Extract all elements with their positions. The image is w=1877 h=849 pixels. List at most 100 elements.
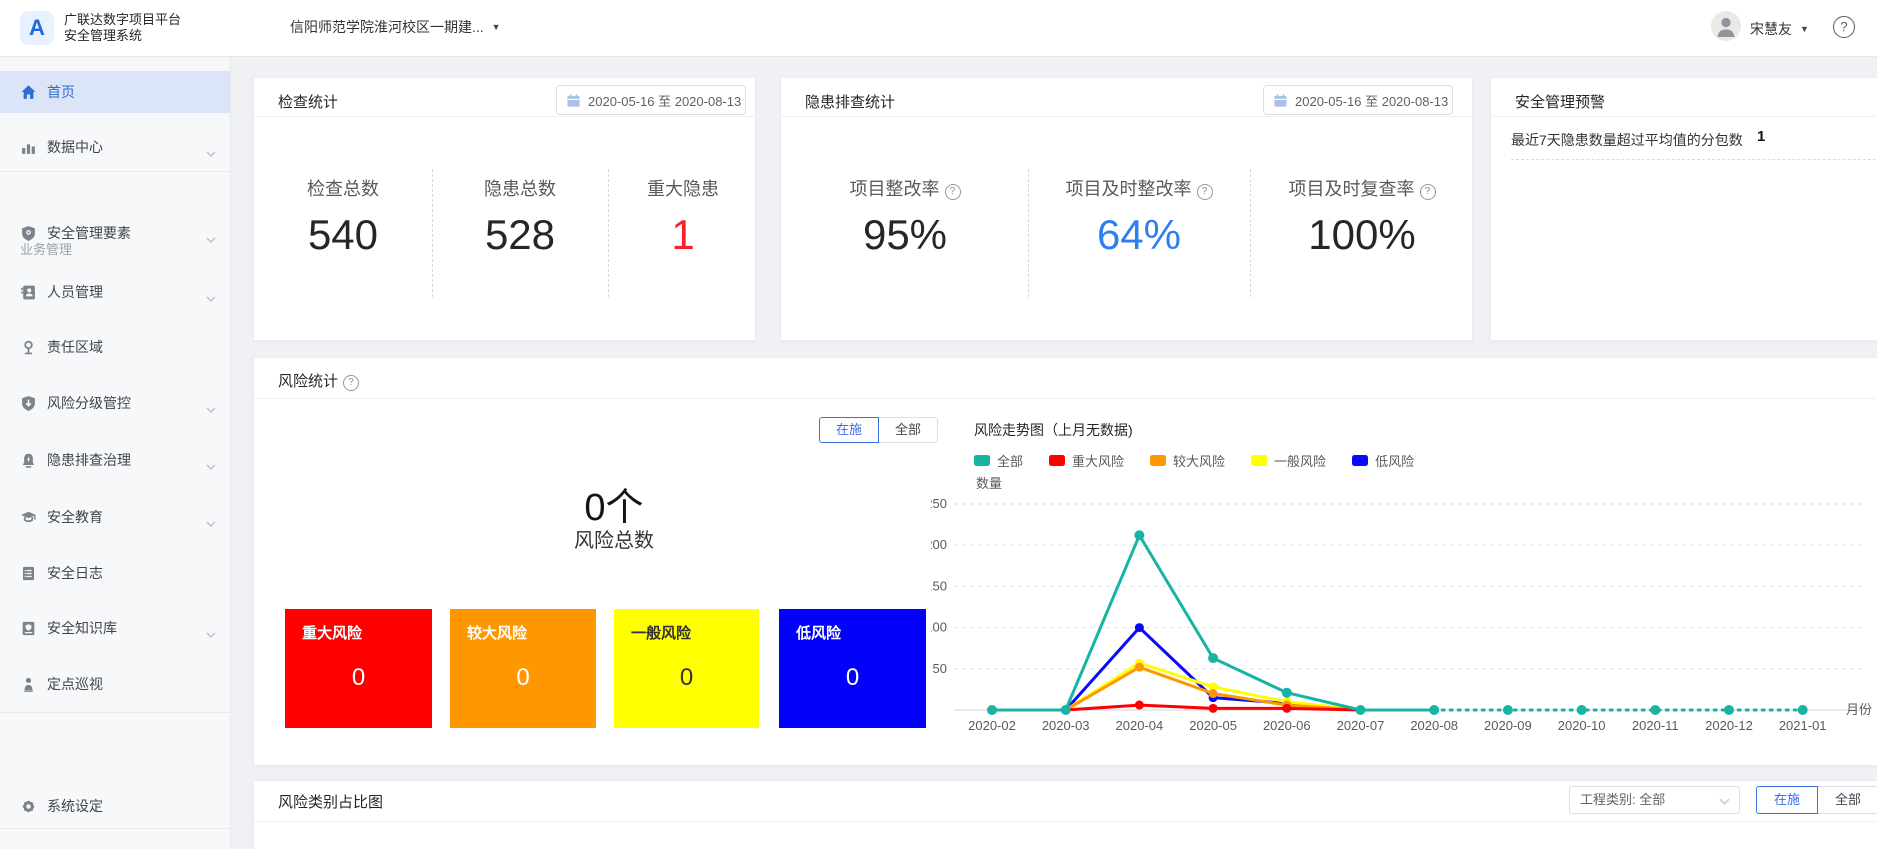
- sidebar-item-隐患排查治理[interactable]: 隐患排查治理: [0, 439, 230, 481]
- toggle-in-progress[interactable]: 在施: [819, 417, 879, 443]
- sidebar-item-首页[interactable]: 首页: [0, 71, 230, 113]
- stat-label: 项目及时整改率?: [1029, 175, 1249, 201]
- stat-value: 64%: [1029, 211, 1249, 259]
- sidebar-item-label: 隐患排查治理: [47, 450, 131, 470]
- card-title: 检查统计: [278, 91, 338, 112]
- sidebar-item-label: 数据中心: [47, 137, 103, 157]
- divider: [0, 171, 230, 172]
- risk-box-label: 一般风险: [631, 622, 759, 643]
- data-point-全部-2020-12[interactable]: [1724, 705, 1734, 715]
- sidebar-item-数据中心[interactable]: 数据中心: [0, 126, 230, 168]
- data-point-重大风险-2020-04[interactable]: [1135, 701, 1144, 710]
- risk-box-低风险: 低风险0: [779, 609, 926, 728]
- x-tick-label: 2020-03: [1042, 718, 1090, 733]
- divider: [254, 821, 1877, 822]
- inspection-stats-card: 检查统计 2020-05-16 至 2020-08-13 检查总数540隐患总数…: [253, 77, 756, 341]
- x-tick-label: 2020-07: [1337, 718, 1385, 733]
- risk-box-label: 重大风险: [302, 622, 432, 643]
- sidebar-item-安全知识库[interactable]: 安全知识库: [0, 607, 230, 649]
- chevron-down-icon: [1719, 798, 1730, 805]
- sidebar-item-定点巡视[interactable]: 定点巡视: [0, 663, 230, 705]
- project-type-filter[interactable]: 工程类别: 全部: [1569, 786, 1740, 814]
- sidebar-item-安全日志[interactable]: 安全日志: [0, 552, 230, 594]
- x-tick-label: 2020-06: [1263, 718, 1311, 733]
- risk-trend-chart[interactable]: 501001502002502020-022020-032020-042020-…: [931, 441, 1877, 741]
- data-point-全部-2020-10[interactable]: [1577, 705, 1587, 715]
- shield-down-icon: [20, 395, 37, 412]
- alarm-bolt-icon: [20, 452, 37, 469]
- sidebar-item-label: 安全知识库: [47, 618, 117, 638]
- data-point-全部-2020-09[interactable]: [1503, 705, 1513, 715]
- user-menu[interactable]: 宋慧友▼: [1750, 19, 1809, 39]
- project-selector-label: 信阳师范学院淮河校区一期建...: [290, 19, 484, 35]
- toggle-in-progress[interactable]: 在施: [1756, 786, 1818, 814]
- data-point-重大风险-2020-05[interactable]: [1209, 704, 1218, 713]
- divider: [781, 116, 1472, 117]
- data-point-低风险-2020-04[interactable]: [1135, 623, 1144, 632]
- divider: [1028, 169, 1029, 297]
- safety-warning-card: 安全管理预警 最近7天隐患数量超过平均值的分包数 1: [1490, 77, 1877, 341]
- sidebar-item-label: 责任区域: [47, 337, 103, 357]
- date-range-value: 2020-05-16 至 2020-08-13: [1295, 91, 1448, 110]
- calendar-icon: [1273, 93, 1288, 108]
- sidebar-item-label: 系统设定: [47, 796, 103, 816]
- data-point-全部-2020-02[interactable]: [987, 705, 997, 715]
- y-tick-label: 150: [931, 578, 947, 593]
- help-icon[interactable]: ?: [945, 184, 961, 200]
- sidebar-item-人员管理[interactable]: 人员管理: [0, 271, 230, 313]
- y-tick-label: 50: [933, 661, 947, 676]
- toggle-all[interactable]: 全部: [878, 417, 938, 443]
- risk-box-重大风险: 重大风险0: [285, 609, 432, 728]
- data-point-全部-2021-01[interactable]: [1798, 705, 1808, 715]
- data-point-全部-2020-03[interactable]: [1061, 705, 1071, 715]
- sidebar-item-label: 人员管理: [47, 282, 103, 302]
- data-point-较大风险-2020-04[interactable]: [1135, 663, 1144, 672]
- data-point-全部-2020-06[interactable]: [1282, 688, 1292, 698]
- y-tick-label: 250: [931, 496, 947, 511]
- help-icon[interactable]: ?: [1197, 184, 1213, 200]
- bar-chart-icon: [20, 139, 37, 156]
- sidebar-item-风险分级管控[interactable]: 风险分级管控: [0, 382, 230, 424]
- app-title-line2: 安全管理系统: [64, 28, 142, 44]
- sidebar-item-安全教育[interactable]: 安全教育: [0, 496, 230, 538]
- trend-chart-title: 风险走势图（上月无数据): [974, 420, 1133, 440]
- sidebar-item-label: 定点巡视: [47, 674, 103, 694]
- risk-box-一般风险: 一般风险0: [614, 609, 759, 728]
- project-type-filter-value: 工程类别: 全部: [1580, 792, 1665, 807]
- x-tick-label: 2020-08: [1410, 718, 1458, 733]
- data-point-重大风险-2020-06[interactable]: [1282, 704, 1291, 713]
- divider: [432, 169, 433, 297]
- data-point-全部-2020-08[interactable]: [1429, 705, 1439, 715]
- top-bar: A 广联达数字项目平台 安全管理系统 信阳师范学院淮河校区一期建...▼ 宋慧友…: [0, 0, 1877, 57]
- help-icon[interactable]: ?: [1420, 184, 1436, 200]
- stat-label: 重大隐患: [573, 175, 793, 201]
- app-logo: A: [20, 11, 54, 45]
- y-tick-label: 200: [931, 537, 947, 552]
- date-range-picker[interactable]: 2020-05-16 至 2020-08-13: [1263, 85, 1453, 115]
- user-icon: [1711, 11, 1741, 41]
- help-icon[interactable]: ?: [1833, 16, 1855, 38]
- data-point-全部-2020-07[interactable]: [1356, 705, 1366, 715]
- sidebar-section-label: 业务管理: [20, 239, 72, 258]
- data-point-全部-2020-04[interactable]: [1134, 530, 1144, 540]
- data-point-较大风险-2020-05[interactable]: [1209, 689, 1218, 698]
- divider: [1491, 116, 1877, 117]
- risk-box-label: 较大风险: [467, 622, 596, 643]
- caret-down-icon: ▼: [492, 22, 501, 32]
- help-icon[interactable]: ?: [343, 375, 359, 391]
- chevron-down-icon: [206, 144, 216, 162]
- avatar[interactable]: [1711, 11, 1741, 41]
- sidebar-item-系统设定[interactable]: 系统设定: [0, 785, 230, 827]
- sidebar-item-责任区域[interactable]: 责任区域: [0, 326, 230, 368]
- divider: [1511, 159, 1877, 160]
- divider: [608, 169, 609, 297]
- project-selector[interactable]: 信阳师范学院淮河校区一期建... ▼: [290, 17, 501, 37]
- toggle-all[interactable]: 全部: [1817, 786, 1877, 814]
- chevron-down-icon: [206, 514, 216, 532]
- sidebar-item-label: 首页: [47, 82, 75, 102]
- chevron-down-icon: [206, 400, 216, 418]
- sidebar: 首页数据中心安全管理要素人员管理责任区域风险分级管控隐患排查治理安全教育安全日志…: [0, 56, 231, 849]
- data-point-全部-2020-05[interactable]: [1208, 653, 1218, 663]
- data-point-全部-2020-11[interactable]: [1650, 705, 1660, 715]
- date-range-picker[interactable]: 2020-05-16 至 2020-08-13: [556, 85, 746, 115]
